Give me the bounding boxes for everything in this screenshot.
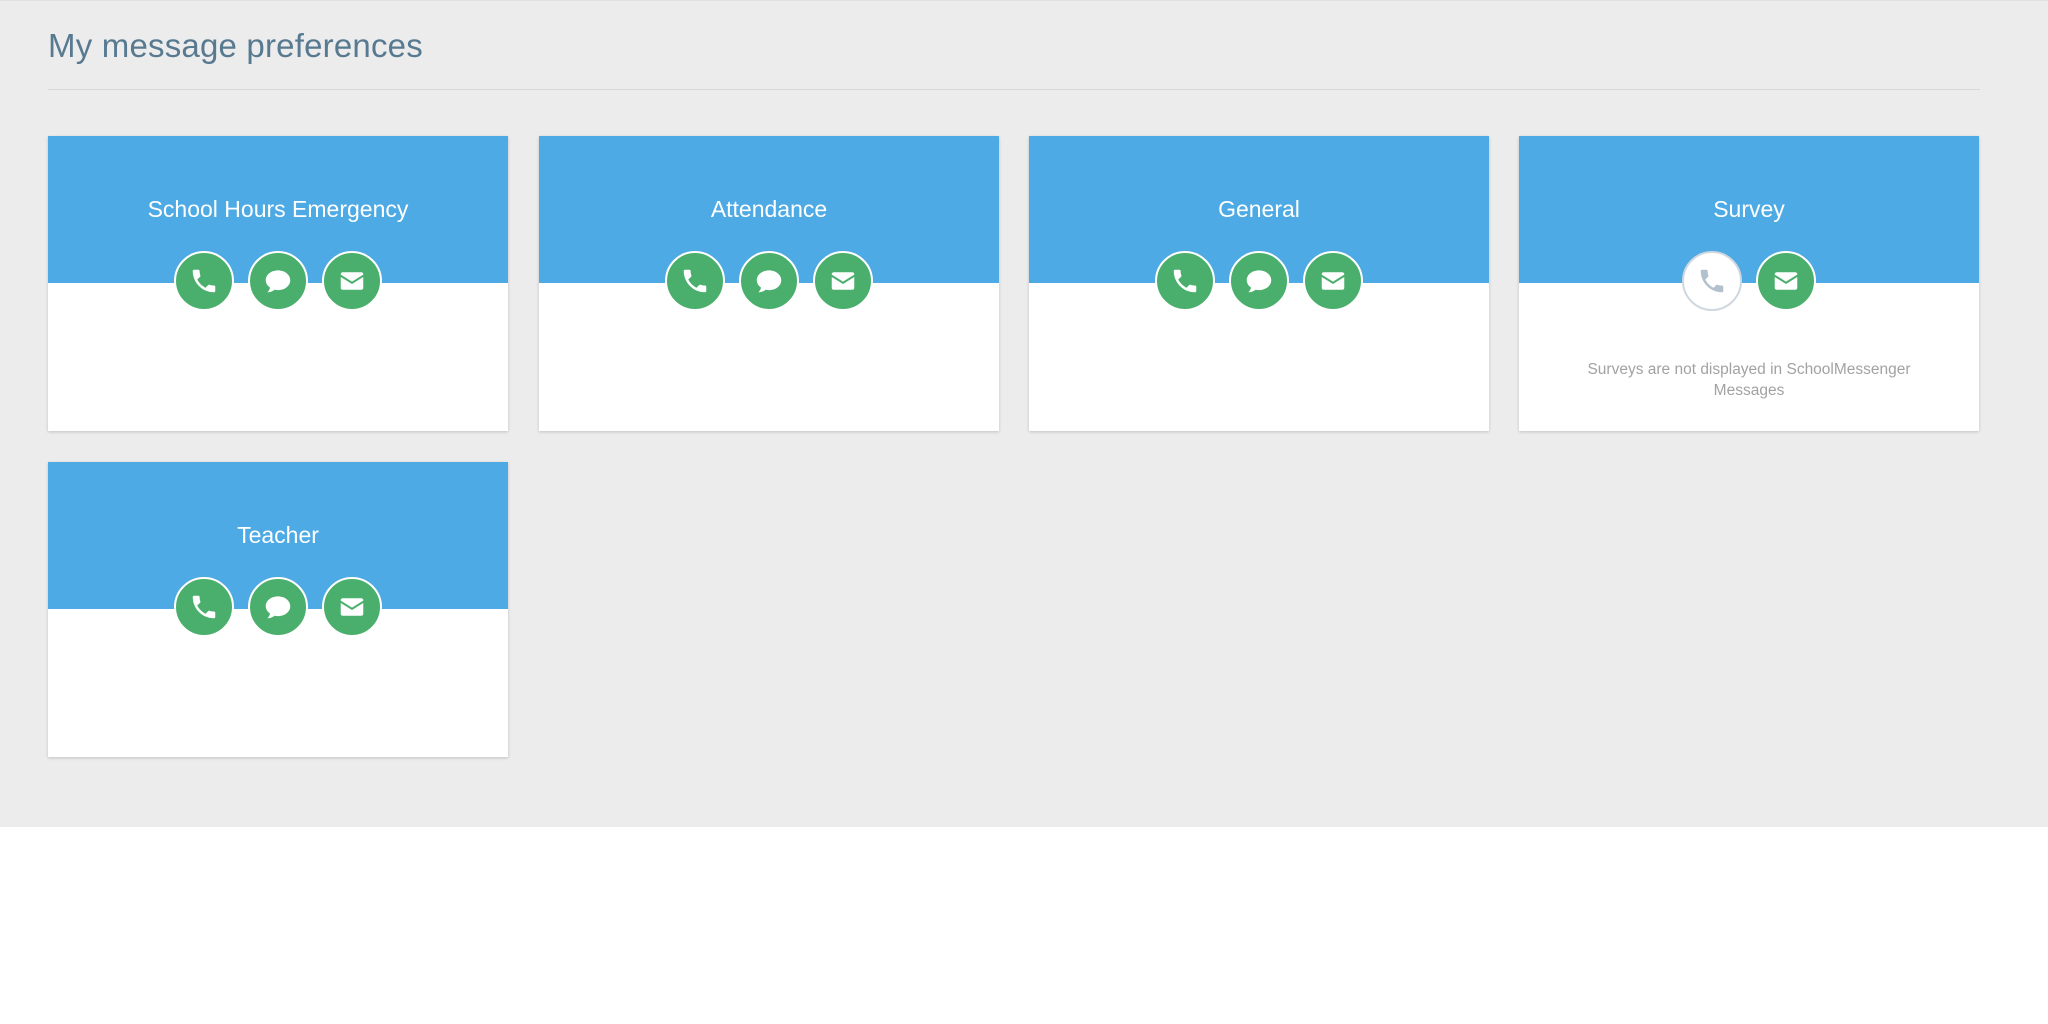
preferences-panel: My message preferences School Hours Emer… [0, 0, 2048, 827]
phone-icon [189, 266, 219, 296]
category-card-attendance: Attendance [539, 136, 999, 431]
sms-toggle-button[interactable] [739, 251, 799, 311]
card-title: General [1218, 196, 1300, 222]
email-toggle-button[interactable] [1756, 251, 1816, 311]
page-title: My message preferences [48, 27, 423, 64]
email-icon [337, 592, 367, 622]
channel-icons [1029, 251, 1489, 311]
phone-icon [1697, 266, 1727, 296]
phone-toggle-button[interactable] [174, 577, 234, 637]
email-toggle-button[interactable] [322, 577, 382, 637]
email-icon [337, 266, 367, 296]
card-title: Teacher [237, 522, 319, 548]
title-divider [48, 89, 1980, 90]
phone-icon [680, 266, 710, 296]
phone-toggle-button[interactable] [665, 251, 725, 311]
email-icon [1318, 266, 1348, 296]
channel-icons [48, 251, 508, 311]
phone-toggle-button[interactable] [1155, 251, 1215, 311]
sms-chat-icon [263, 266, 293, 296]
channel-icons [539, 251, 999, 311]
phone-toggle-button[interactable] [1682, 251, 1742, 311]
category-card-general: General [1029, 136, 1489, 431]
sms-chat-icon [754, 266, 784, 296]
card-title: School Hours Emergency [147, 196, 409, 222]
email-toggle-button[interactable] [1303, 251, 1363, 311]
phone-icon [1170, 266, 1200, 296]
phone-icon [189, 592, 219, 622]
channel-icons [48, 577, 508, 637]
sms-toggle-button[interactable] [248, 577, 308, 637]
channel-icons [1519, 251, 1979, 311]
category-card-survey: Survey Surveys are not displayed in Scho… [1519, 136, 1979, 431]
survey-note: Surveys are not displayed in SchoolMesse… [1587, 361, 1911, 399]
category-card-teacher: Teacher [48, 462, 508, 757]
email-toggle-button[interactable] [322, 251, 382, 311]
phone-toggle-button[interactable] [174, 251, 234, 311]
card-title: Survey [1713, 196, 1785, 222]
email-icon [1771, 266, 1801, 296]
sms-chat-icon [1244, 266, 1274, 296]
category-card-school-hours-emergency: School Hours Emergency [48, 136, 508, 431]
card-title: Attendance [710, 196, 828, 222]
sms-toggle-button[interactable] [248, 251, 308, 311]
sms-chat-icon [263, 592, 293, 622]
email-icon [828, 266, 858, 296]
sms-toggle-button[interactable] [1229, 251, 1289, 311]
email-toggle-button[interactable] [813, 251, 873, 311]
